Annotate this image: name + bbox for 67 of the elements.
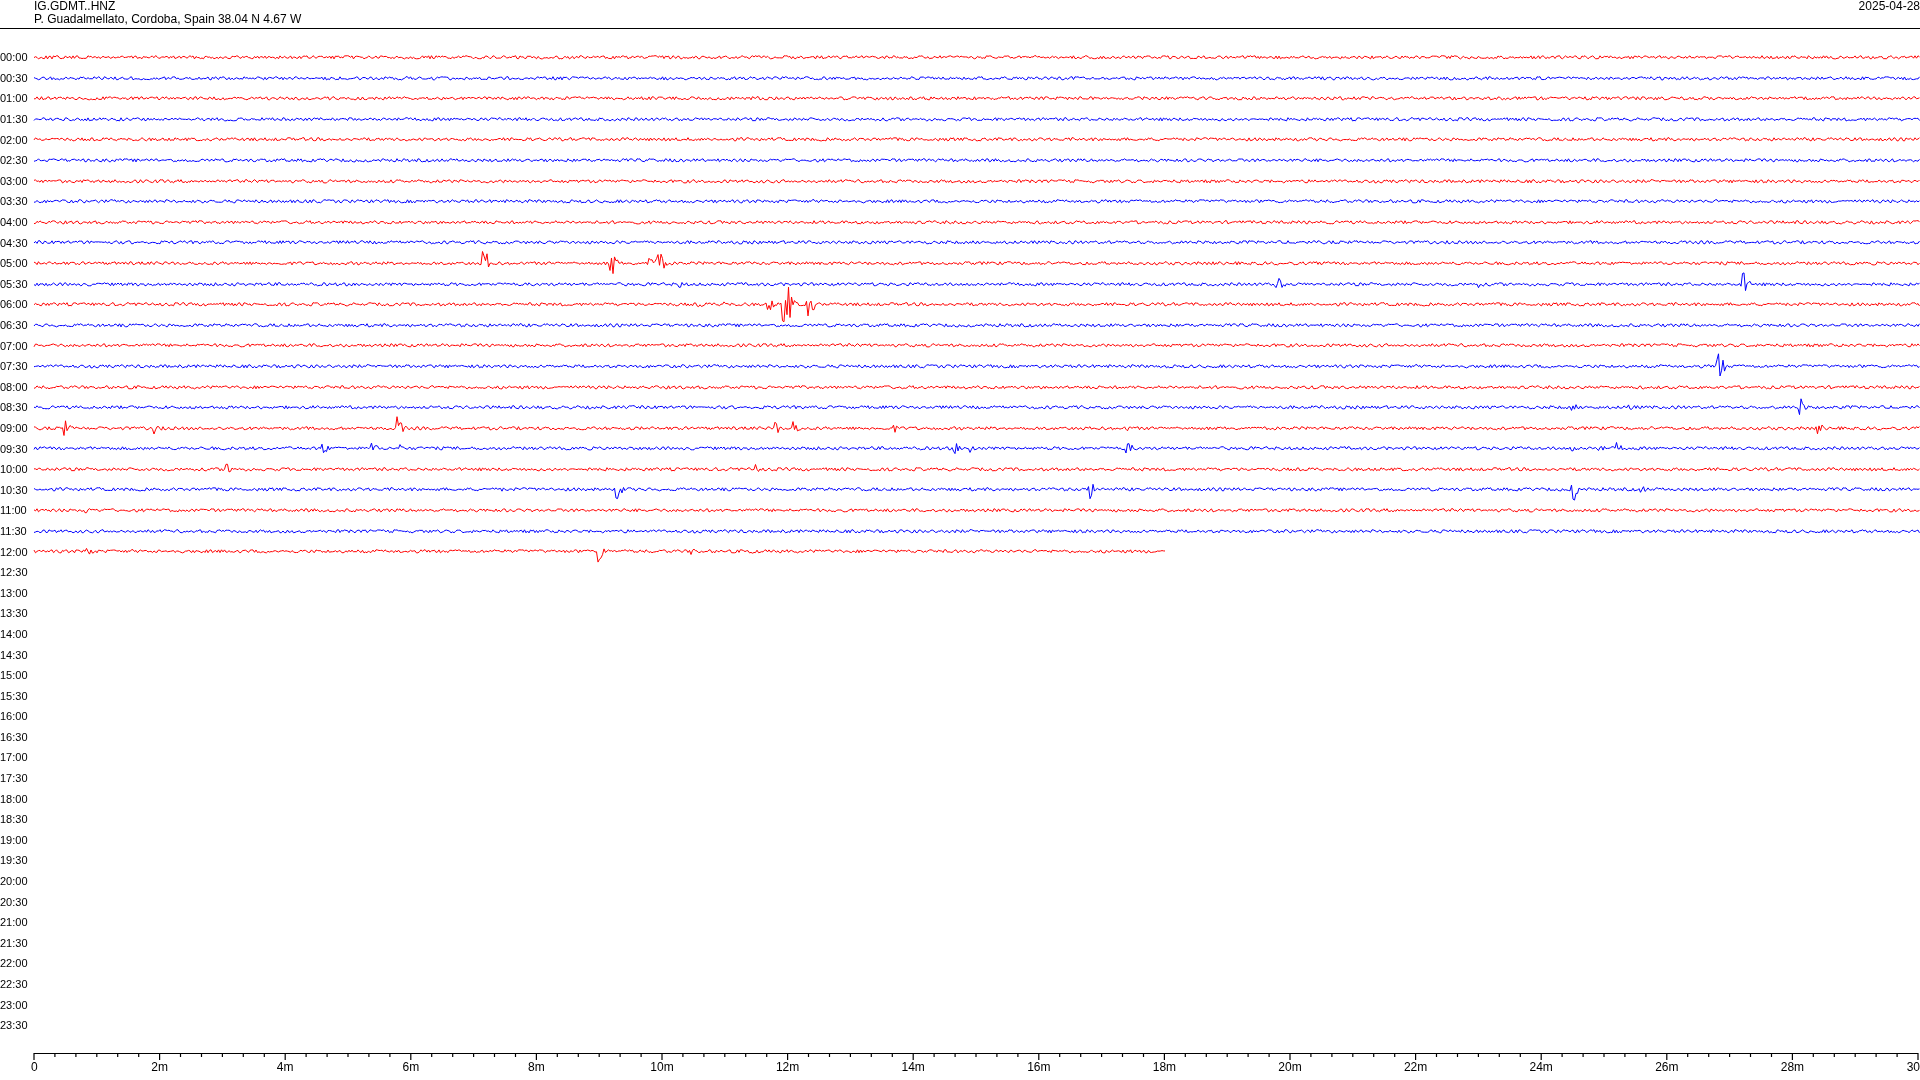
time-label: 00:30 — [0, 71, 29, 84]
time-label: 21:30 — [0, 936, 29, 949]
time-label: 18:30 — [0, 813, 29, 826]
time-label: 22:30 — [0, 978, 29, 990]
time-label: 07:00 — [0, 339, 29, 352]
time-label: 18:00 — [0, 792, 29, 805]
time-label: 15:30 — [0, 689, 29, 702]
time-label: 09:00 — [0, 422, 29, 434]
axis-label: 16m — [1027, 1059, 1051, 1074]
time-label: 22:00 — [0, 957, 29, 970]
axis-label: 22m — [1403, 1059, 1428, 1074]
plot-date: 2025-04-28 — [1858, 0, 1920, 13]
axis-label: 8m — [528, 1059, 545, 1074]
time-label: 06:30 — [0, 319, 29, 331]
axis-label: 12m — [775, 1059, 800, 1074]
time-label: 09:30 — [0, 442, 29, 455]
axis-label: 4m — [276, 1059, 294, 1074]
time-label: 15:00 — [0, 669, 29, 682]
time-label: 14:00 — [0, 627, 29, 640]
axis-label: 2m — [151, 1059, 168, 1074]
time-label: 13:30 — [0, 607, 29, 620]
station-location: P. Guadalmellato, Cordoba, Spain 38.04 N 4.67 W — [34, 13, 302, 26]
time-label: 05:00 — [0, 257, 29, 270]
time-label: 16:30 — [0, 730, 29, 743]
time-label: 00:00 — [0, 51, 29, 64]
time-label: 02:30 — [0, 154, 29, 167]
time-label: 02:00 — [0, 133, 29, 146]
time-label: 17:00 — [0, 751, 29, 764]
time-label: 06:00 — [0, 298, 29, 311]
time-label: 04:00 — [0, 216, 29, 229]
axis-label: 14m — [901, 1059, 925, 1074]
time-label: 11:00 — [0, 504, 28, 517]
axis-label: 6m — [402, 1059, 420, 1074]
time-label: 08:00 — [0, 380, 29, 393]
time-label: 13:00 — [0, 586, 29, 599]
station-code: IG.GDMT..HNZ — [34, 0, 117, 13]
time-label: 20:00 — [0, 875, 29, 888]
axis-label: 18m — [1152, 1059, 1177, 1074]
time-label: 03:00 — [0, 174, 29, 187]
time-label: 12:30 — [0, 566, 29, 579]
time-label: 07:30 — [0, 360, 29, 373]
time-label: 11:30 — [0, 524, 28, 537]
axis-label: 28m — [1780, 1059, 1805, 1074]
time-label: 23:00 — [0, 998, 29, 1011]
time-label: 16:00 — [0, 710, 29, 723]
time-label: 12:00 — [0, 545, 29, 558]
time-label: 23:30 — [0, 1019, 29, 1032]
time-label: 04:30 — [0, 236, 29, 249]
time-label: 17:30 — [0, 772, 29, 785]
axis-label: 30 — [1906, 1059, 1920, 1074]
axis-label: 24m — [1529, 1059, 1553, 1074]
time-label: 01:30 — [0, 113, 29, 126]
time-label: 20:30 — [0, 895, 29, 908]
time-label: 10:00 — [0, 463, 29, 476]
time-label: 10:30 — [0, 483, 29, 496]
time-label: 21:00 — [0, 916, 29, 929]
axis-label: 10m — [650, 1059, 674, 1074]
axis-label: 0 — [31, 1059, 38, 1074]
time-label: 08:30 — [0, 401, 29, 414]
time-label: 01:00 — [0, 92, 29, 105]
time-label: 03:30 — [0, 195, 29, 208]
axis-label: 20m — [1278, 1059, 1302, 1074]
time-label: 19:30 — [0, 854, 29, 867]
time-label: 14:30 — [0, 648, 29, 661]
time-label: 19:00 — [0, 833, 29, 846]
axis-label: 26m — [1655, 1059, 1679, 1074]
time-label: 05:30 — [0, 277, 29, 290]
